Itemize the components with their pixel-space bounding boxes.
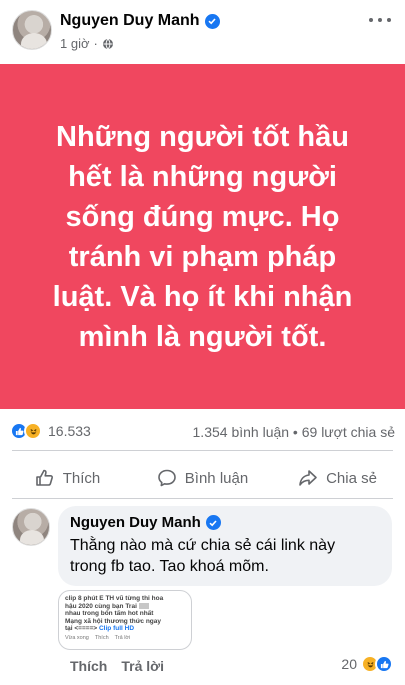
comment-label: Bình luận	[184, 469, 249, 487]
divider	[12, 450, 393, 451]
author-avatar[interactable]	[12, 10, 52, 50]
comment-text-line: trong fb tao. Tao khoá mõm.	[70, 558, 269, 575]
post-text-line: mình là người tốt.	[78, 320, 327, 353]
post-text-line: sống đúng mực. Họ	[65, 200, 340, 233]
post-content-card: Những người tốt hầu hết là những người s…	[0, 64, 405, 409]
post-text: Những người tốt hầu hết là những người s…	[53, 117, 353, 357]
attachment-text-line: hậu 2020 cùng bạn Trai	[65, 603, 185, 611]
attachment-link: Clip full HD	[98, 625, 135, 632]
comment-reply-button[interactable]: Trả lời	[121, 658, 164, 674]
comments-shares-count[interactable]: 1.354 bình luận • 69 lượt chia sẻ	[193, 424, 395, 440]
share-icon	[299, 470, 317, 486]
attachment-text-line: tại <====> Clip full HD	[65, 625, 135, 632]
thumbs-up-icon	[35, 469, 53, 486]
verified-badge-icon	[205, 515, 221, 530]
commenter-avatar[interactable]	[12, 508, 50, 546]
like-button[interactable]: Thích	[0, 458, 135, 498]
comment-attachment-screenshot[interactable]: clip 8 phút E TH vũ từng thi hoa hậu 202…	[58, 590, 192, 650]
comment-text: Thằng nào mà cứ chia sẻ cái link này tro…	[70, 535, 380, 577]
comment-button[interactable]: Bình luận	[135, 458, 270, 498]
verified-badge-icon	[204, 13, 220, 29]
commenter-name[interactable]: Nguyen Duy Manh	[70, 514, 380, 531]
post-stats: 16.533 1.354 bình luận • 69 lượt chia sẻ	[0, 420, 405, 448]
attachment-text-line: clip 8 phút E TH vũ từng thi hoa	[65, 595, 164, 602]
comment-like-button[interactable]: Thích	[70, 658, 107, 674]
post-header: Nguyen Duy Manh 1 giờ ·	[0, 0, 405, 62]
post-time[interactable]: 1 giờ	[60, 36, 90, 51]
post-text-line: hết là những người	[68, 160, 337, 193]
post-meta: 1 giờ ·	[60, 36, 114, 51]
comment-icon	[157, 469, 176, 487]
post-text-line: luật. Và họ ít khi nhận	[52, 280, 353, 313]
comment-reaction-count: 20	[341, 656, 357, 672]
post-text-line: Những người tốt hầu	[56, 120, 349, 153]
attachment-text-line: Mạng xã hội thương thức ngay	[65, 617, 162, 625]
more-options-icon[interactable]	[369, 12, 391, 28]
post-text-line: tránh vi phạm pháp	[68, 240, 337, 273]
attachment-meta: Vừa xong Thích Trả lời	[65, 634, 131, 641]
commenter-name-label: Nguyen Duy Manh	[70, 514, 201, 531]
like-label: Thích	[62, 469, 101, 487]
comment-text-line: Thằng nào mà cứ chia sẻ cái link này	[70, 537, 336, 554]
author-name-label: Nguyen Duy Manh	[60, 12, 200, 29]
reactions-summary[interactable]: 16.533	[10, 422, 91, 440]
comment-actions: Thích Trả lời	[70, 658, 164, 674]
globe-icon	[102, 38, 113, 49]
share-label: Chia sẻ	[326, 469, 377, 487]
share-button[interactable]: Chia sẻ	[270, 458, 405, 498]
comment-bubble: Nguyen Duy Manh Thằng nào mà cứ chia sẻ …	[58, 506, 392, 586]
attachment-text-line: nhau trong bốn tấm hot nhất	[65, 610, 154, 617]
like-reaction-icon	[375, 655, 393, 673]
post-actions-bar: Thích Bình luận Chia sẻ	[0, 458, 405, 498]
haha-reaction-icon	[24, 422, 42, 440]
comment-reactions[interactable]: 20	[341, 655, 393, 673]
reactions-count: 16.533	[48, 423, 91, 439]
divider	[12, 498, 393, 499]
author-name[interactable]: Nguyen Duy Manh	[60, 12, 220, 30]
